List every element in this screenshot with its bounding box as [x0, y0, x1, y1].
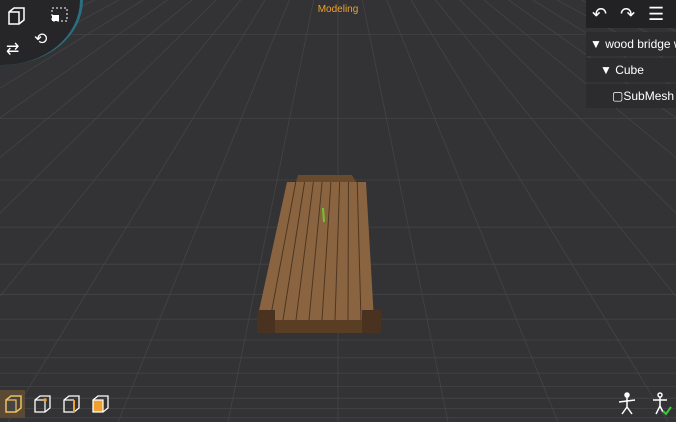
undo-icon[interactable]: ↶ — [592, 4, 607, 25]
selection-rect-icon[interactable] — [50, 6, 70, 28]
mode-label: Modeling — [317, 4, 359, 15]
wood-bridge-model[interactable] — [0, 0, 676, 422]
pose-check-icon[interactable] — [650, 392, 672, 416]
hierarchy-panel: ▼ wood bridge wood ▼ Cube ▢SubMesh — [586, 32, 676, 110]
tree-item-submesh[interactable]: ▢SubMesh — [586, 84, 676, 108]
mesh-cube-icon: ▢ — [612, 89, 624, 103]
cube-icon[interactable] — [6, 6, 26, 30]
rig-toolbar — [616, 392, 672, 416]
selection-mode-toolbar — [0, 390, 112, 418]
face-mode-icon[interactable] — [87, 390, 112, 418]
expand-triangle-icon[interactable]: ▼ — [600, 63, 615, 77]
object-mode-icon[interactable] — [0, 390, 25, 418]
vertex-mode-icon[interactable] — [29, 390, 54, 418]
redo-icon[interactable]: ↷ — [620, 4, 635, 25]
expand-triangle-icon[interactable]: ▼ — [590, 37, 605, 51]
rig-icon[interactable] — [616, 392, 638, 416]
swap-arrows-icon[interactable]: ⇄ — [6, 42, 19, 58]
tree-item-wood-bridge[interactable]: ▼ wood bridge wood — [586, 32, 676, 56]
tree-item-cube[interactable]: ▼ Cube — [586, 58, 676, 82]
hamburger-menu-icon[interactable]: ☰ — [648, 4, 664, 25]
top-toolbar: ↶ ↷ ☰ — [586, 0, 676, 28]
edge-mode-icon[interactable] — [58, 390, 83, 418]
rotate-icon[interactable]: ⟲ — [34, 32, 47, 48]
